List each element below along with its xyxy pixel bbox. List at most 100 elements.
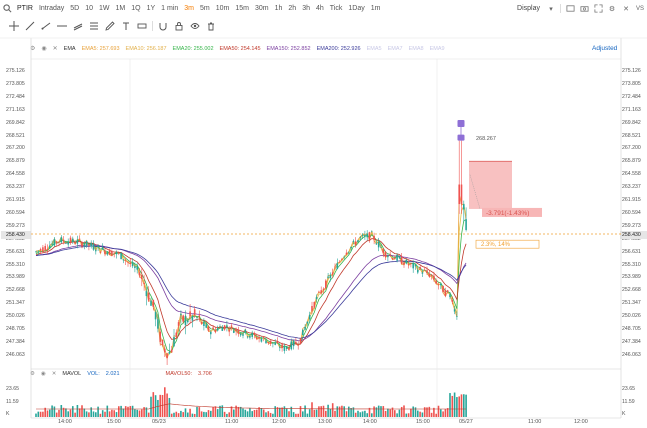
- candle-body: [72, 238, 74, 242]
- candle-body: [320, 290, 322, 294]
- candle-body: [106, 252, 109, 255]
- candle-body: [396, 254, 398, 261]
- candle-body: [426, 270, 428, 273]
- volume-bar: [265, 412, 267, 417]
- candle-body: [76, 239, 79, 244]
- candle-body: [65, 242, 67, 244]
- volume-bar: [69, 409, 72, 417]
- time-tick: 05/23: [152, 419, 166, 425]
- volume-bar: [233, 409, 235, 417]
- volume-bar: [442, 411, 444, 417]
- candle-body: [304, 326, 306, 330]
- candle-body: [313, 301, 316, 308]
- candle-body: [405, 259, 408, 264]
- volume-bar: [460, 394, 463, 417]
- candle-body: [433, 275, 435, 280]
- candle-body: [331, 272, 334, 275]
- candle-body: [437, 284, 440, 286]
- volume-bar: [302, 411, 304, 417]
- candle-body: [85, 240, 88, 247]
- candle-body: [371, 231, 373, 233]
- candle-body: [292, 340, 295, 347]
- candle-body: [440, 283, 442, 286]
- candle-body: [175, 332, 178, 337]
- volume-bar: [53, 406, 56, 417]
- volume-bar: [196, 406, 198, 417]
- candle-body: [122, 259, 125, 261]
- volume-bar: [377, 405, 380, 417]
- volume-bar: [269, 412, 272, 417]
- candle-body: [306, 321, 309, 324]
- candle-body: [157, 319, 159, 329]
- volume-bar: [451, 395, 454, 417]
- volume-bar: [292, 412, 295, 417]
- volume-bar: [279, 407, 281, 417]
- volume-bar: [389, 409, 391, 417]
- candle-body: [361, 234, 364, 236]
- volume-bar: [446, 408, 449, 417]
- candle-body: [170, 349, 173, 353]
- volume-bar: [58, 409, 60, 417]
- volume-bar: [357, 410, 359, 417]
- volume-bar: [320, 406, 322, 417]
- candle-body: [345, 252, 348, 255]
- candle-body: [198, 315, 201, 317]
- candle-body: [260, 338, 263, 342]
- candle-body: [141, 274, 143, 279]
- volume-bar: [412, 406, 414, 417]
- candle-body: [417, 270, 419, 273]
- candle-body: [214, 329, 217, 332]
- volume-bar: [283, 406, 286, 417]
- volume-bar: [157, 399, 159, 417]
- candle-body: [315, 297, 318, 300]
- candle-body: [134, 266, 136, 268]
- volume-bar: [118, 406, 120, 417]
- candle-body: [428, 273, 431, 277]
- mavol-name: MAVOL: [62, 371, 82, 377]
- candle-body: [357, 240, 359, 243]
- candle-body: [221, 327, 224, 331]
- candle-body: [334, 266, 336, 268]
- candle-body: [127, 261, 129, 263]
- candle-body: [348, 251, 350, 253]
- volume-bar: [435, 413, 437, 417]
- volume-bar: [458, 396, 460, 417]
- candle-body: [327, 276, 329, 278]
- candle-body: [216, 328, 219, 331]
- candle-body: [283, 346, 286, 351]
- volume-bar: [237, 406, 240, 417]
- candle-body: [407, 264, 410, 265]
- volume-bar: [55, 412, 58, 417]
- volume-bar: [131, 405, 134, 417]
- time-tick: 11:00: [528, 419, 542, 425]
- price-chart[interactable]: -3.791(-1.43%) 2.3%, 14% 268.267: [0, 0, 647, 428]
- candle-body: [421, 272, 424, 274]
- candle-body: [354, 241, 357, 246]
- candle-body: [92, 244, 95, 250]
- gear-icon[interactable]: ⚙: [30, 371, 35, 377]
- volume-bar: [88, 412, 90, 417]
- volume-bar: [384, 410, 387, 417]
- volume-bar: [315, 409, 318, 417]
- candle-body: [113, 253, 115, 254]
- volume-bar: [253, 410, 256, 417]
- candle-body: [325, 280, 327, 289]
- candle-body: [295, 341, 297, 344]
- candle-body: [159, 331, 161, 342]
- volume-bar: [83, 408, 86, 417]
- candle-body: [51, 243, 53, 245]
- candle-body: [302, 329, 304, 336]
- marker-price-label: 268.267: [476, 136, 496, 142]
- volume-bar: [359, 412, 362, 417]
- candle-body: [299, 338, 302, 344]
- candle-body: [274, 342, 276, 345]
- volume-bar: [297, 413, 299, 417]
- candle-body: [281, 344, 283, 348]
- volume-bar: [37, 411, 40, 417]
- close-icon[interactable]: ✕: [52, 371, 57, 377]
- candle-body: [131, 262, 134, 267]
- candle-body: [203, 321, 205, 327]
- mavol-ma-value: 3.706: [198, 371, 212, 377]
- volume-bar: [81, 405, 83, 417]
- eye-icon[interactable]: ◉: [41, 371, 46, 377]
